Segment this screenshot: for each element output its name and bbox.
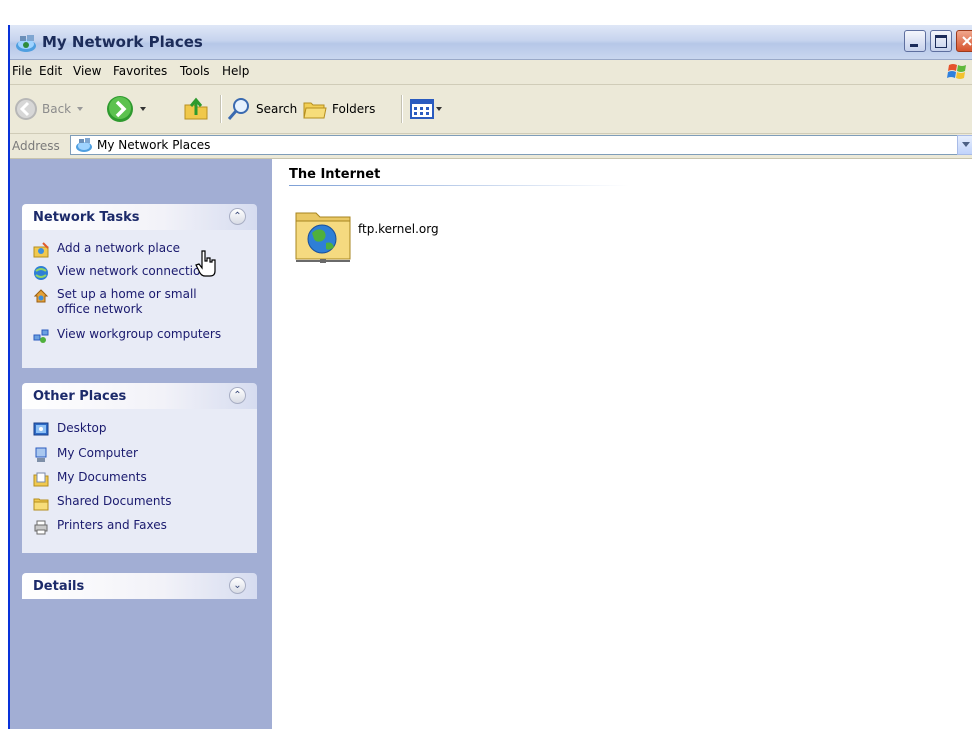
add-network-place-icon: [33, 242, 49, 258]
place-label: Printers and Faxes: [57, 518, 167, 532]
printers-faxes-icon: [34, 520, 48, 535]
toolbar: Back Search Folders: [10, 85, 972, 134]
ftp-site-item[interactable]: ftp.kernel.org: [292, 203, 439, 265]
task-view-workgroup-computers[interactable]: View workgroup computers: [33, 327, 221, 344]
chevron-down-icon: [77, 107, 84, 111]
menu-file[interactable]: File: [12, 64, 32, 78]
place-label: Desktop: [57, 421, 107, 435]
other-places-panel: Other Places ⌃ Desktop My Computer My Do…: [22, 383, 257, 553]
network-tasks-header[interactable]: Network Tasks ⌃: [22, 204, 257, 230]
task-view-network-connections[interactable]: View network connections: [33, 264, 214, 281]
network-places-icon: [16, 35, 36, 52]
address-value: My Network Places: [97, 138, 211, 152]
content-area: The Internet ftp.kernel.org: [272, 159, 972, 729]
panel-title: Other Places: [33, 389, 127, 404]
place-printers-faxes[interactable]: Printers and Faxes: [33, 518, 167, 535]
back-label: Back: [42, 102, 72, 116]
forward-arrow-icon: [107, 96, 133, 122]
place-label: My Computer: [57, 446, 138, 460]
address-dropdown-button[interactable]: [957, 135, 972, 155]
menu-bar: File Edit View Favorites Tools Help: [10, 60, 972, 85]
views-icon: [410, 99, 434, 119]
item-name: ftp.kernel.org: [358, 222, 439, 236]
menu-favorites[interactable]: Favorites: [113, 64, 167, 78]
network-tasks-panel: Network Tasks ⌃ Add a network place View…: [22, 204, 257, 368]
chevron-down-icon: [436, 107, 442, 111]
panel-body: Desktop My Computer My Documents Shared …: [22, 409, 257, 553]
folders-label: Folders: [332, 102, 376, 116]
address-label: Address: [12, 139, 60, 153]
place-my-documents[interactable]: My Documents: [33, 470, 147, 487]
task-label: View network connections: [57, 264, 215, 278]
menu-help[interactable]: Help: [222, 64, 249, 78]
place-shared-documents[interactable]: Shared Documents: [33, 494, 171, 511]
search-icon: [227, 98, 249, 120]
panel-body: Add a network place View network connect…: [22, 230, 257, 368]
expand-icon[interactable]: ⌄: [229, 577, 246, 594]
workgroup-computers-icon: [33, 329, 49, 343]
panel-title: Network Tasks: [33, 210, 140, 225]
views-button[interactable]: [410, 93, 442, 125]
details-header[interactable]: Details ⌄: [22, 573, 257, 599]
up-folder-button[interactable]: [182, 93, 210, 125]
forward-button[interactable]: [106, 93, 146, 125]
place-my-computer[interactable]: My Computer: [33, 446, 138, 463]
search-button[interactable]: Search: [226, 93, 297, 125]
task-add-network-place[interactable]: Add a network place: [33, 241, 180, 258]
network-connections-icon: [34, 266, 48, 280]
my-documents-icon: [33, 472, 49, 487]
task-label: View workgroup computers: [57, 327, 222, 341]
place-label: Shared Documents: [57, 494, 172, 508]
close-button[interactable]: [956, 30, 972, 52]
shared-documents-icon: [33, 498, 49, 511]
back-button[interactable]: Back: [14, 93, 84, 125]
close-icon: [962, 36, 972, 46]
explorer-window: My Network Places File Edit View Favorit…: [8, 25, 972, 729]
folders-button[interactable]: Folders: [302, 93, 375, 125]
details-panel: Details ⌄: [22, 573, 257, 599]
my-computer-icon: [35, 447, 47, 462]
task-label: Set up a home or small office network: [57, 287, 197, 316]
desktop-icon: [33, 422, 49, 436]
other-places-header[interactable]: Other Places ⌃: [22, 383, 257, 409]
maximize-button[interactable]: [930, 30, 952, 52]
menu-edit[interactable]: Edit: [39, 64, 62, 78]
hand-cursor-icon: [195, 250, 216, 277]
network-places-icon: [76, 138, 92, 152]
up-folder-icon: [184, 97, 208, 120]
collapse-icon[interactable]: ⌃: [229, 387, 246, 404]
collapse-icon[interactable]: ⌃: [229, 208, 246, 225]
folders-icon: [303, 102, 327, 119]
menu-tools[interactable]: Tools: [180, 64, 210, 78]
place-desktop[interactable]: Desktop: [33, 421, 107, 438]
task-label: Add a network place: [57, 241, 181, 255]
task-pane: Network Tasks ⌃ Add a network place View…: [10, 159, 272, 729]
back-arrow-icon: [15, 98, 37, 120]
task-setup-home-network[interactable]: Set up a home or small office network: [33, 287, 223, 317]
address-input[interactable]: My Network Places: [70, 135, 972, 155]
ftp-folder-icon: [295, 212, 351, 263]
chevron-down-icon: [962, 142, 970, 147]
windows-logo-icon: [947, 64, 966, 79]
group-title: The Internet: [289, 167, 381, 182]
group-divider: [289, 185, 629, 186]
home-network-setup-icon: [33, 289, 49, 303]
maximize-icon: [935, 35, 947, 48]
menu-view[interactable]: View: [73, 64, 101, 78]
search-label: Search: [256, 102, 298, 116]
place-label: My Documents: [57, 470, 147, 484]
title-bar[interactable]: My Network Places: [10, 25, 972, 60]
chevron-down-icon: [140, 107, 146, 111]
panel-title: Details: [33, 579, 85, 594]
window-title: My Network Places: [42, 33, 203, 51]
address-bar: Address My Network Places: [10, 134, 972, 159]
minimize-button[interactable]: [904, 30, 926, 52]
minimize-icon: [910, 44, 918, 47]
